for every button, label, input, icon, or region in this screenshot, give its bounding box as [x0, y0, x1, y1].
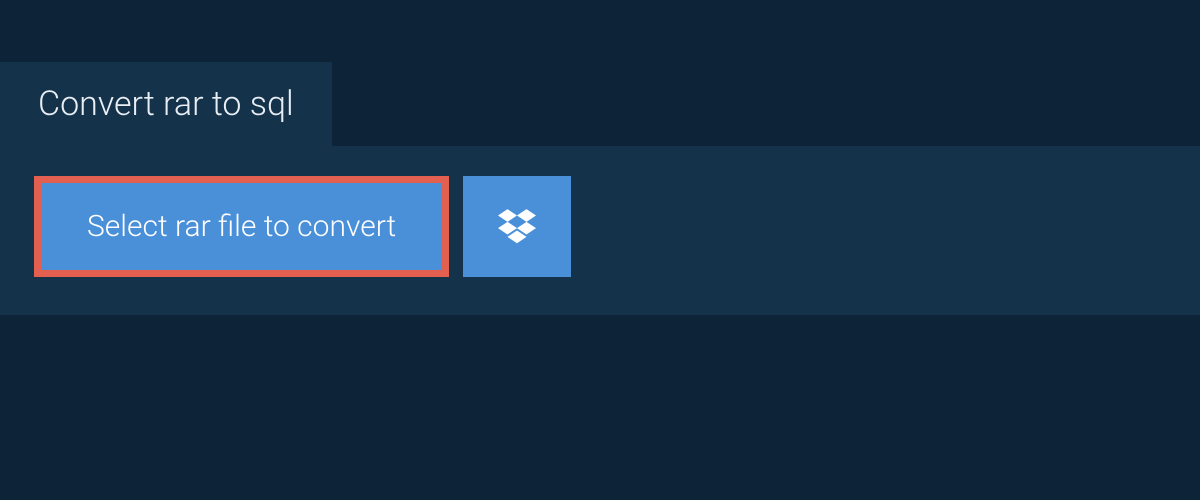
conversion-panel: Select rar file to convert	[0, 146, 1200, 315]
tab-label: Convert rar to sql	[38, 84, 294, 124]
dropbox-icon	[498, 206, 536, 247]
dropbox-button[interactable]	[463, 176, 571, 277]
select-file-button[interactable]: Select rar file to convert	[34, 176, 449, 277]
select-file-label: Select rar file to convert	[87, 209, 396, 244]
tab-header: Convert rar to sql	[0, 62, 332, 146]
button-row: Select rar file to convert	[34, 176, 1166, 277]
